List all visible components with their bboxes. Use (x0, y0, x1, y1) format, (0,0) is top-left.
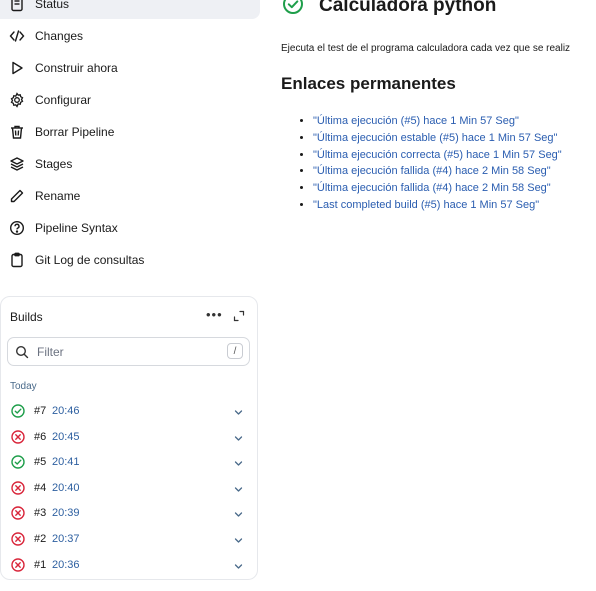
success-status-icon (282, 0, 304, 20)
more-options-button[interactable]: ••• (206, 307, 223, 322)
sidebar-item-label: Changes (35, 29, 84, 43)
build-number: #5 (34, 456, 47, 469)
permalink-item: "Last completed build (#5) hace 1 Min 57… (313, 197, 562, 214)
failed-status-icon (11, 557, 25, 572)
sidebar-item-label: Construir ahora (35, 61, 118, 75)
code-icon (8, 27, 26, 45)
build-number: #7 (34, 405, 47, 417)
sidebar-item-label: Status (35, 0, 70, 11)
failed-status-icon (11, 429, 25, 444)
build-time[interactable]: 20:40 (52, 482, 80, 494)
permalink-item: "Última ejecución (#5) hace 1 Min 57 Seg… (313, 113, 562, 130)
page-title: Calculadora python (319, 0, 497, 16)
build-number: #1 (34, 558, 47, 571)
keyboard-shortcut-hint: / (227, 343, 243, 359)
trash-icon (8, 123, 26, 141)
permalink-last-successful-build[interactable]: "Última ejecución correcta (#5) hace 1 M… (313, 149, 562, 161)
clipboard-icon (8, 251, 26, 269)
play-icon (8, 59, 26, 77)
sidebar-item-configure[interactable]: Configurar (0, 85, 260, 115)
permalinks-heading: Enlaces permanentes (281, 74, 456, 93)
sidebar-item-delete-pipeline[interactable]: Borrar Pipeline (0, 117, 260, 147)
build-row[interactable]: #4 20:40 (1, 476, 257, 500)
builds-group-label: Today (10, 381, 37, 392)
sidebar: Status Changes Construir ahora Configura… (0, 0, 262, 591)
failed-status-icon (11, 481, 25, 495)
build-time[interactable]: 20:45 (52, 431, 80, 443)
builds-filter: / (7, 337, 250, 366)
expand-icon[interactable] (233, 309, 245, 322)
permalink-last-build[interactable]: "Última ejecución (#5) hace 1 Min 57 Seg… (313, 115, 519, 127)
build-number: #6 (34, 430, 47, 443)
sidebar-item-build-now[interactable]: Construir ahora (0, 53, 260, 83)
permalink-item: "Última ejecución estable (#5) hace 1 Mi… (313, 130, 562, 147)
build-row[interactable]: #5 20:41 (1, 450, 257, 474)
builds-title: Builds (10, 310, 43, 324)
build-row[interactable]: #1 20:36 (1, 553, 257, 577)
sidebar-item-stages[interactable]: Stages (0, 149, 260, 179)
build-row[interactable]: #6 20:45 (1, 425, 257, 449)
chevron-down-icon[interactable] (233, 507, 244, 518)
permalink-last-failed-build[interactable]: "Última ejecución fallida (#4) hace 2 Mi… (313, 165, 551, 177)
permalink-item: "Última ejecución correcta (#5) hace 1 M… (313, 147, 562, 164)
build-row[interactable]: #2 20:37 (1, 527, 257, 551)
sidebar-item-changes[interactable]: Changes (0, 21, 260, 51)
sidebar-item-label: Stages (35, 157, 73, 171)
search-icon (15, 345, 29, 359)
build-number: #3 (34, 507, 47, 520)
build-time[interactable]: 20:39 (52, 507, 80, 519)
permalink-last-completed-build[interactable]: "Last completed build (#5) hace 1 Min 57… (313, 199, 539, 211)
build-number: #4 (34, 481, 47, 494)
permalink-last-stable-build[interactable]: "Última ejecución estable (#5) hace 1 Mi… (313, 132, 557, 144)
chevron-down-icon[interactable] (233, 456, 244, 467)
build-number: #2 (34, 533, 47, 545)
sidebar-item-label: Rename (35, 189, 81, 203)
chevron-down-icon[interactable] (233, 533, 244, 544)
build-time[interactable]: 20:46 (52, 405, 80, 417)
chevron-down-icon[interactable] (233, 405, 244, 416)
chevron-down-icon[interactable] (233, 559, 244, 570)
page-header: Calculadora python (282, 0, 496, 20)
sidebar-item-rename[interactable]: Rename (0, 181, 260, 211)
success-status-icon (11, 455, 25, 469)
job-description: Ejecuta el test de el programa calculado… (281, 43, 571, 54)
sidebar-item-status[interactable]: Status (0, 0, 260, 19)
permalink-last-unsuccessful-build[interactable]: "Última ejecución fallida (#4) hace 2 Mi… (313, 182, 551, 194)
document-icon (8, 0, 26, 13)
permalinks-list: "Última ejecución (#5) hace 1 Min 57 Seg… (281, 113, 562, 214)
help-icon (8, 219, 26, 237)
gear-icon (8, 91, 26, 109)
permalink-item: "Última ejecución fallida (#4) hace 2 Mi… (313, 180, 562, 197)
build-time[interactable]: 20:41 (52, 456, 80, 468)
failed-status-icon (11, 506, 25, 521)
builds-panel: Builds ••• / Today #7 20:46 #6 20:45 #5 20:41… (0, 296, 258, 580)
build-time[interactable]: 20:37 (52, 533, 80, 545)
success-status-icon (11, 404, 25, 418)
sidebar-item-git-log[interactable]: Git Log de consultas (0, 245, 260, 275)
sidebar-item-pipeline-syntax[interactable]: Pipeline Syntax (0, 213, 260, 243)
filter-input[interactable] (35, 343, 219, 360)
chevron-down-icon[interactable] (233, 431, 244, 442)
build-time[interactable]: 20:36 (52, 559, 80, 571)
layers-icon (8, 155, 26, 173)
sidebar-item-label: Borrar Pipeline (35, 125, 115, 139)
build-row[interactable]: #7 20:46 (1, 399, 257, 423)
sidebar-item-label: Git Log de consultas (35, 253, 145, 267)
build-row[interactable]: #3 20:39 (1, 501, 257, 525)
sidebar-item-label: Configurar (35, 93, 92, 107)
permalink-item: "Última ejecución fallida (#4) hace 2 Mi… (313, 163, 562, 180)
sidebar-item-label: Pipeline Syntax (35, 221, 118, 235)
failed-status-icon (11, 532, 25, 546)
chevron-down-icon[interactable] (233, 482, 244, 493)
pencil-icon (8, 187, 26, 205)
